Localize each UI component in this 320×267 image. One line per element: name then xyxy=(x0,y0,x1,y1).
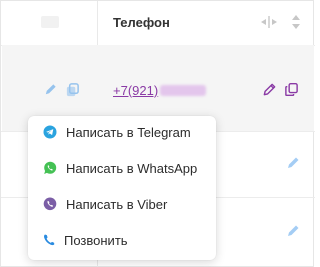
pencil-icon[interactable] xyxy=(43,82,58,97)
menu-item-label: Написать в Telegram xyxy=(66,125,191,140)
menu-item-telegram[interactable]: Написать в Telegram xyxy=(28,116,216,150)
menu-item-viber[interactable]: Написать в Viber xyxy=(28,188,216,222)
copy-icon[interactable] xyxy=(284,82,299,97)
copy-icon[interactable] xyxy=(65,82,80,97)
pencil-icon[interactable] xyxy=(262,82,277,97)
whatsapp-icon xyxy=(44,161,57,174)
column-header-faded xyxy=(41,16,59,28)
menu-item-whatsapp[interactable]: Написать в WhatsApp xyxy=(28,152,216,186)
column-resize-icon[interactable] xyxy=(260,15,278,29)
telegram-icon xyxy=(43,125,57,139)
sort-icon[interactable] xyxy=(291,13,301,31)
phone-number-link[interactable]: +7(921) xyxy=(113,83,207,98)
phone-hidden-digits xyxy=(160,85,207,96)
column-header-phone[interactable]: Телефон xyxy=(113,15,170,30)
menu-item-call[interactable]: Позвонить xyxy=(28,224,216,258)
menu-item-label: Написать в WhatsApp xyxy=(66,161,198,176)
phone-icon xyxy=(44,234,55,246)
phone-prefix: +7(921) xyxy=(113,83,159,98)
viber-icon xyxy=(43,197,57,211)
contact-context-menu: Написать в Telegram Написать в WhatsApp … xyxy=(28,116,216,260)
menu-item-label: Позвонить xyxy=(64,233,128,248)
table-header: Телефон xyxy=(1,1,315,45)
pencil-icon[interactable] xyxy=(285,155,301,171)
pencil-icon[interactable] xyxy=(285,223,301,239)
menu-item-label: Написать в Viber xyxy=(66,197,168,212)
